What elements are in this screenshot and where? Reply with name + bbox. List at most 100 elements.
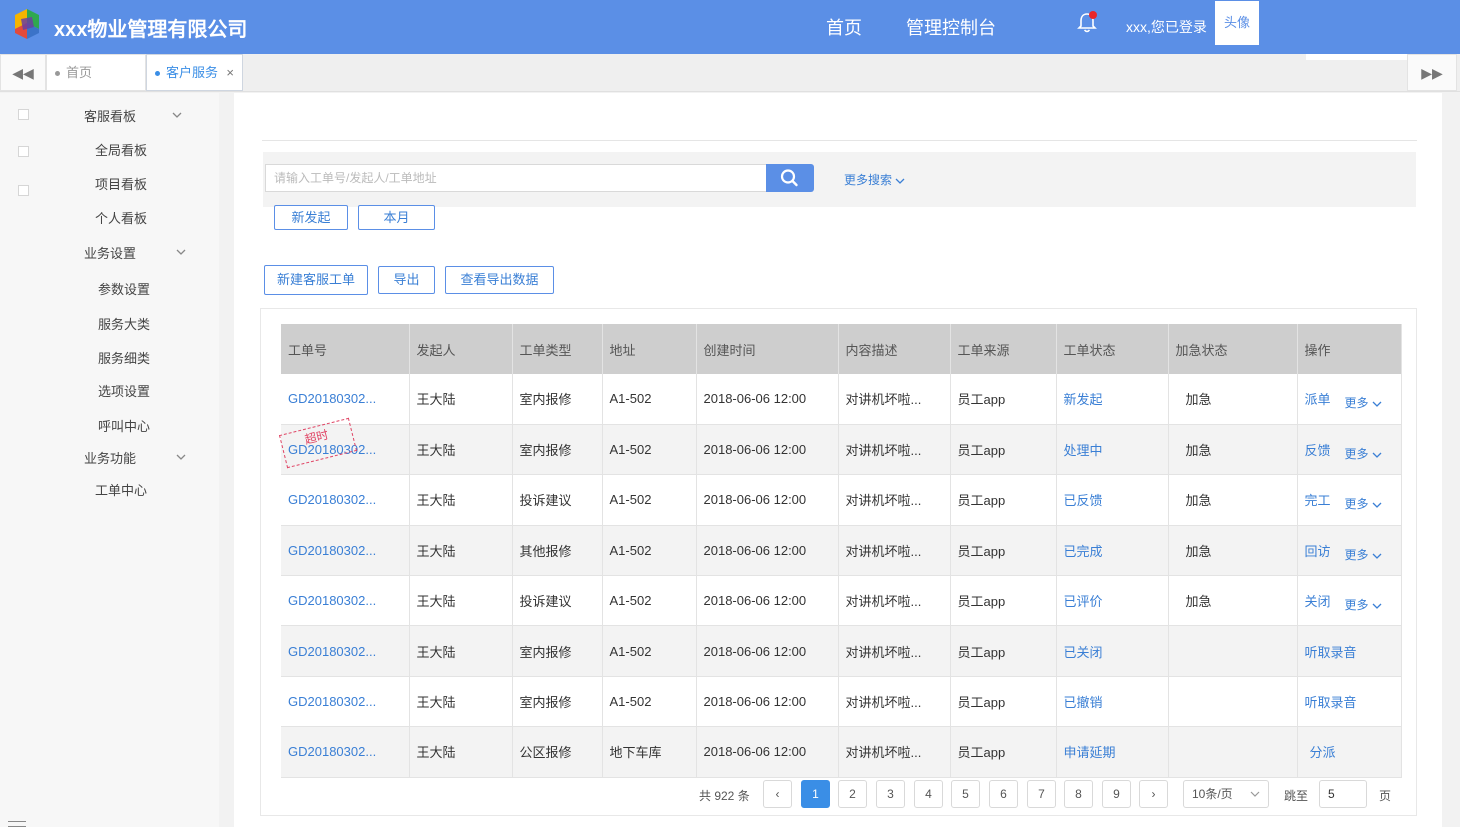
chevron-down-icon[interactable]	[176, 247, 186, 257]
sidebar-group-functions[interactable]: 业务功能	[84, 448, 136, 467]
operation-cell[interactable]: 完工 更多	[1297, 474, 1402, 526]
page-size-select[interactable]: 10条/页	[1183, 780, 1269, 808]
page-size-value: 10条/页	[1192, 787, 1233, 801]
table-cell: 投诉建议	[512, 474, 603, 526]
tabs-next-button[interactable]: ▶▶	[1407, 54, 1457, 91]
filter-month-button[interactable]: 本月	[358, 205, 435, 230]
filter-new-button[interactable]: 新发起	[274, 205, 348, 230]
table-cell: 2018-06-06 12:00	[696, 374, 839, 425]
jump-page-input[interactable]	[1319, 780, 1367, 808]
order-number-link[interactable]: GD20180302...	[281, 575, 410, 627]
order-number-link[interactable]: GD20180302...	[281, 625, 410, 677]
view-export-button[interactable]: 查看导出数据	[445, 266, 554, 294]
more-actions-dropdown[interactable]: 更多	[1345, 548, 1382, 562]
create-order-button[interactable]: 新建客服工单	[264, 265, 368, 295]
operation-cell[interactable]: 派单 更多	[1297, 374, 1402, 425]
order-number-link[interactable]: GD20180302...	[281, 374, 410, 425]
row-action-link[interactable]: 派单	[1305, 392, 1331, 407]
nav-console[interactable]: 管理控制台	[906, 14, 996, 40]
sidebar-group-board[interactable]: 客服看板	[84, 106, 136, 125]
sidebar-item-call-center[interactable]: 呼叫中心	[98, 416, 150, 435]
table-cell: 室内报修	[512, 676, 603, 728]
operation-cell[interactable]: 回访 更多	[1297, 525, 1402, 577]
table-cell: A1-502	[602, 474, 697, 526]
row-action-link[interactable]: 关闭	[1305, 594, 1331, 609]
operation-cell[interactable]: 分派	[1297, 726, 1402, 778]
sidebar-checkbox[interactable]	[18, 146, 29, 157]
page-button[interactable]: 9	[1102, 780, 1131, 808]
row-action-link[interactable]: 完工	[1305, 493, 1331, 508]
table-cell: 其他报修	[512, 525, 603, 577]
order-number-link[interactable]: GD20180302...	[281, 474, 410, 526]
sidebar-item-params[interactable]: 参数设置	[98, 279, 150, 298]
order-number-link[interactable]: GD20180302...	[281, 424, 410, 476]
more-actions-dropdown[interactable]: 更多	[1345, 497, 1382, 511]
sidebar: 客服看板 全局看板 项目看板 个人看板 业务设置 参数设置 服务大类 服务细类 …	[0, 93, 219, 827]
chevron-down-icon	[1372, 603, 1382, 609]
menu-icon[interactable]	[8, 821, 26, 827]
page-button[interactable]: 5	[951, 780, 980, 808]
more-actions-dropdown[interactable]: 更多	[1345, 396, 1382, 410]
order-number-link[interactable]: GD20180302...	[281, 726, 410, 778]
row-action-link[interactable]: 反馈	[1305, 443, 1331, 458]
sidebar-group-settings[interactable]: 业务设置	[84, 243, 136, 262]
sidebar-item-options[interactable]: 选项设置	[98, 381, 150, 400]
sidebar-checkbox[interactable]	[18, 185, 29, 196]
page-button[interactable]: 7	[1027, 780, 1056, 808]
search-button[interactable]	[766, 164, 814, 192]
sidebar-item-project-board[interactable]: 项目看板	[95, 174, 147, 193]
sidebar-item-service-minor[interactable]: 服务细类	[98, 348, 150, 367]
tabs-prev-button[interactable]: ◀◀	[0, 54, 46, 91]
table-cell: 室内报修	[512, 424, 603, 476]
chevron-down-icon[interactable]	[172, 110, 182, 120]
operation-cell[interactable]: 听取录音	[1297, 676, 1402, 728]
next-page-button[interactable]: ›	[1139, 780, 1168, 808]
table-cell: 对讲机坏啦...	[838, 726, 951, 778]
tab-customer-service[interactable]: 客户服务 ×	[146, 54, 243, 91]
nav-home[interactable]: 首页	[826, 14, 862, 40]
more-actions-dropdown[interactable]: 更多	[1345, 598, 1382, 612]
sidebar-item-work-orders[interactable]: 工单中心	[95, 480, 147, 499]
operation-cell[interactable]: 关闭 更多	[1297, 575, 1402, 627]
sidebar-item-global-board[interactable]: 全局看板	[95, 140, 147, 159]
table-cell: 王大陆	[409, 625, 513, 677]
page-button[interactable]: 1	[801, 780, 830, 808]
operation-cell[interactable]: 反馈 更多	[1297, 424, 1402, 476]
table-row: GD20180302... 王大陆 投诉建议 A1-502 2018-06-06 12:…	[281, 575, 1402, 627]
table-cell: 2018-06-06 12:00	[696, 424, 839, 476]
chevron-down-icon[interactable]	[176, 452, 186, 462]
status-cell: 已关闭	[1056, 625, 1169, 677]
notification-dot	[1089, 11, 1097, 19]
sidebar-item-service-major[interactable]: 服务大类	[98, 314, 150, 333]
page-button[interactable]: 4	[914, 780, 943, 808]
page-button[interactable]: 6	[989, 780, 1018, 808]
column-header: 加急状态	[1168, 324, 1298, 374]
sidebar-checkbox[interactable]	[18, 109, 29, 120]
row-action-link[interactable]: 听取录音	[1305, 645, 1357, 660]
row-action-link[interactable]: 回访	[1305, 544, 1331, 559]
page-button[interactable]: 8	[1064, 780, 1093, 808]
order-number-link[interactable]: GD20180302...	[281, 676, 410, 728]
table-container: 工单号 发起人 工单类型 地址 创建时间 内容描述 工单来源 工单状态 加急状态 操作 GD201…	[260, 308, 1417, 816]
page-button[interactable]: 3	[876, 780, 905, 808]
search-input[interactable]	[265, 164, 767, 192]
operation-cell[interactable]: 听取录音	[1297, 625, 1402, 677]
pagination: 共 922 条 ‹ › 10条/页 跳至 页 123456789	[234, 780, 1442, 810]
tab-home[interactable]: 首页	[46, 54, 146, 91]
table-cell: 室内报修	[512, 374, 603, 425]
prev-page-button[interactable]: ‹	[763, 780, 792, 808]
table-cell: A1-502	[602, 374, 697, 425]
chevron-down-icon	[1372, 401, 1382, 408]
page-button[interactable]: 2	[838, 780, 867, 808]
row-action-link[interactable]: 分派	[1310, 745, 1336, 760]
close-icon[interactable]: ×	[226, 55, 234, 90]
row-action-link[interactable]: 听取录音	[1305, 695, 1357, 710]
order-number-link[interactable]: GD20180302...	[281, 525, 410, 577]
more-actions-dropdown[interactable]: 更多	[1345, 447, 1382, 461]
more-search-link[interactable]: 更多搜索	[844, 171, 905, 188]
avatar[interactable]: 头像	[1215, 1, 1259, 45]
table-row: GD20180302... 王大陆 室内报修 A1-502 2018-06-06 12:…	[281, 625, 1402, 677]
sidebar-item-personal-board[interactable]: 个人看板	[95, 208, 147, 227]
export-button[interactable]: 导出	[378, 266, 435, 294]
more-label: 更多	[1344, 598, 1369, 613]
